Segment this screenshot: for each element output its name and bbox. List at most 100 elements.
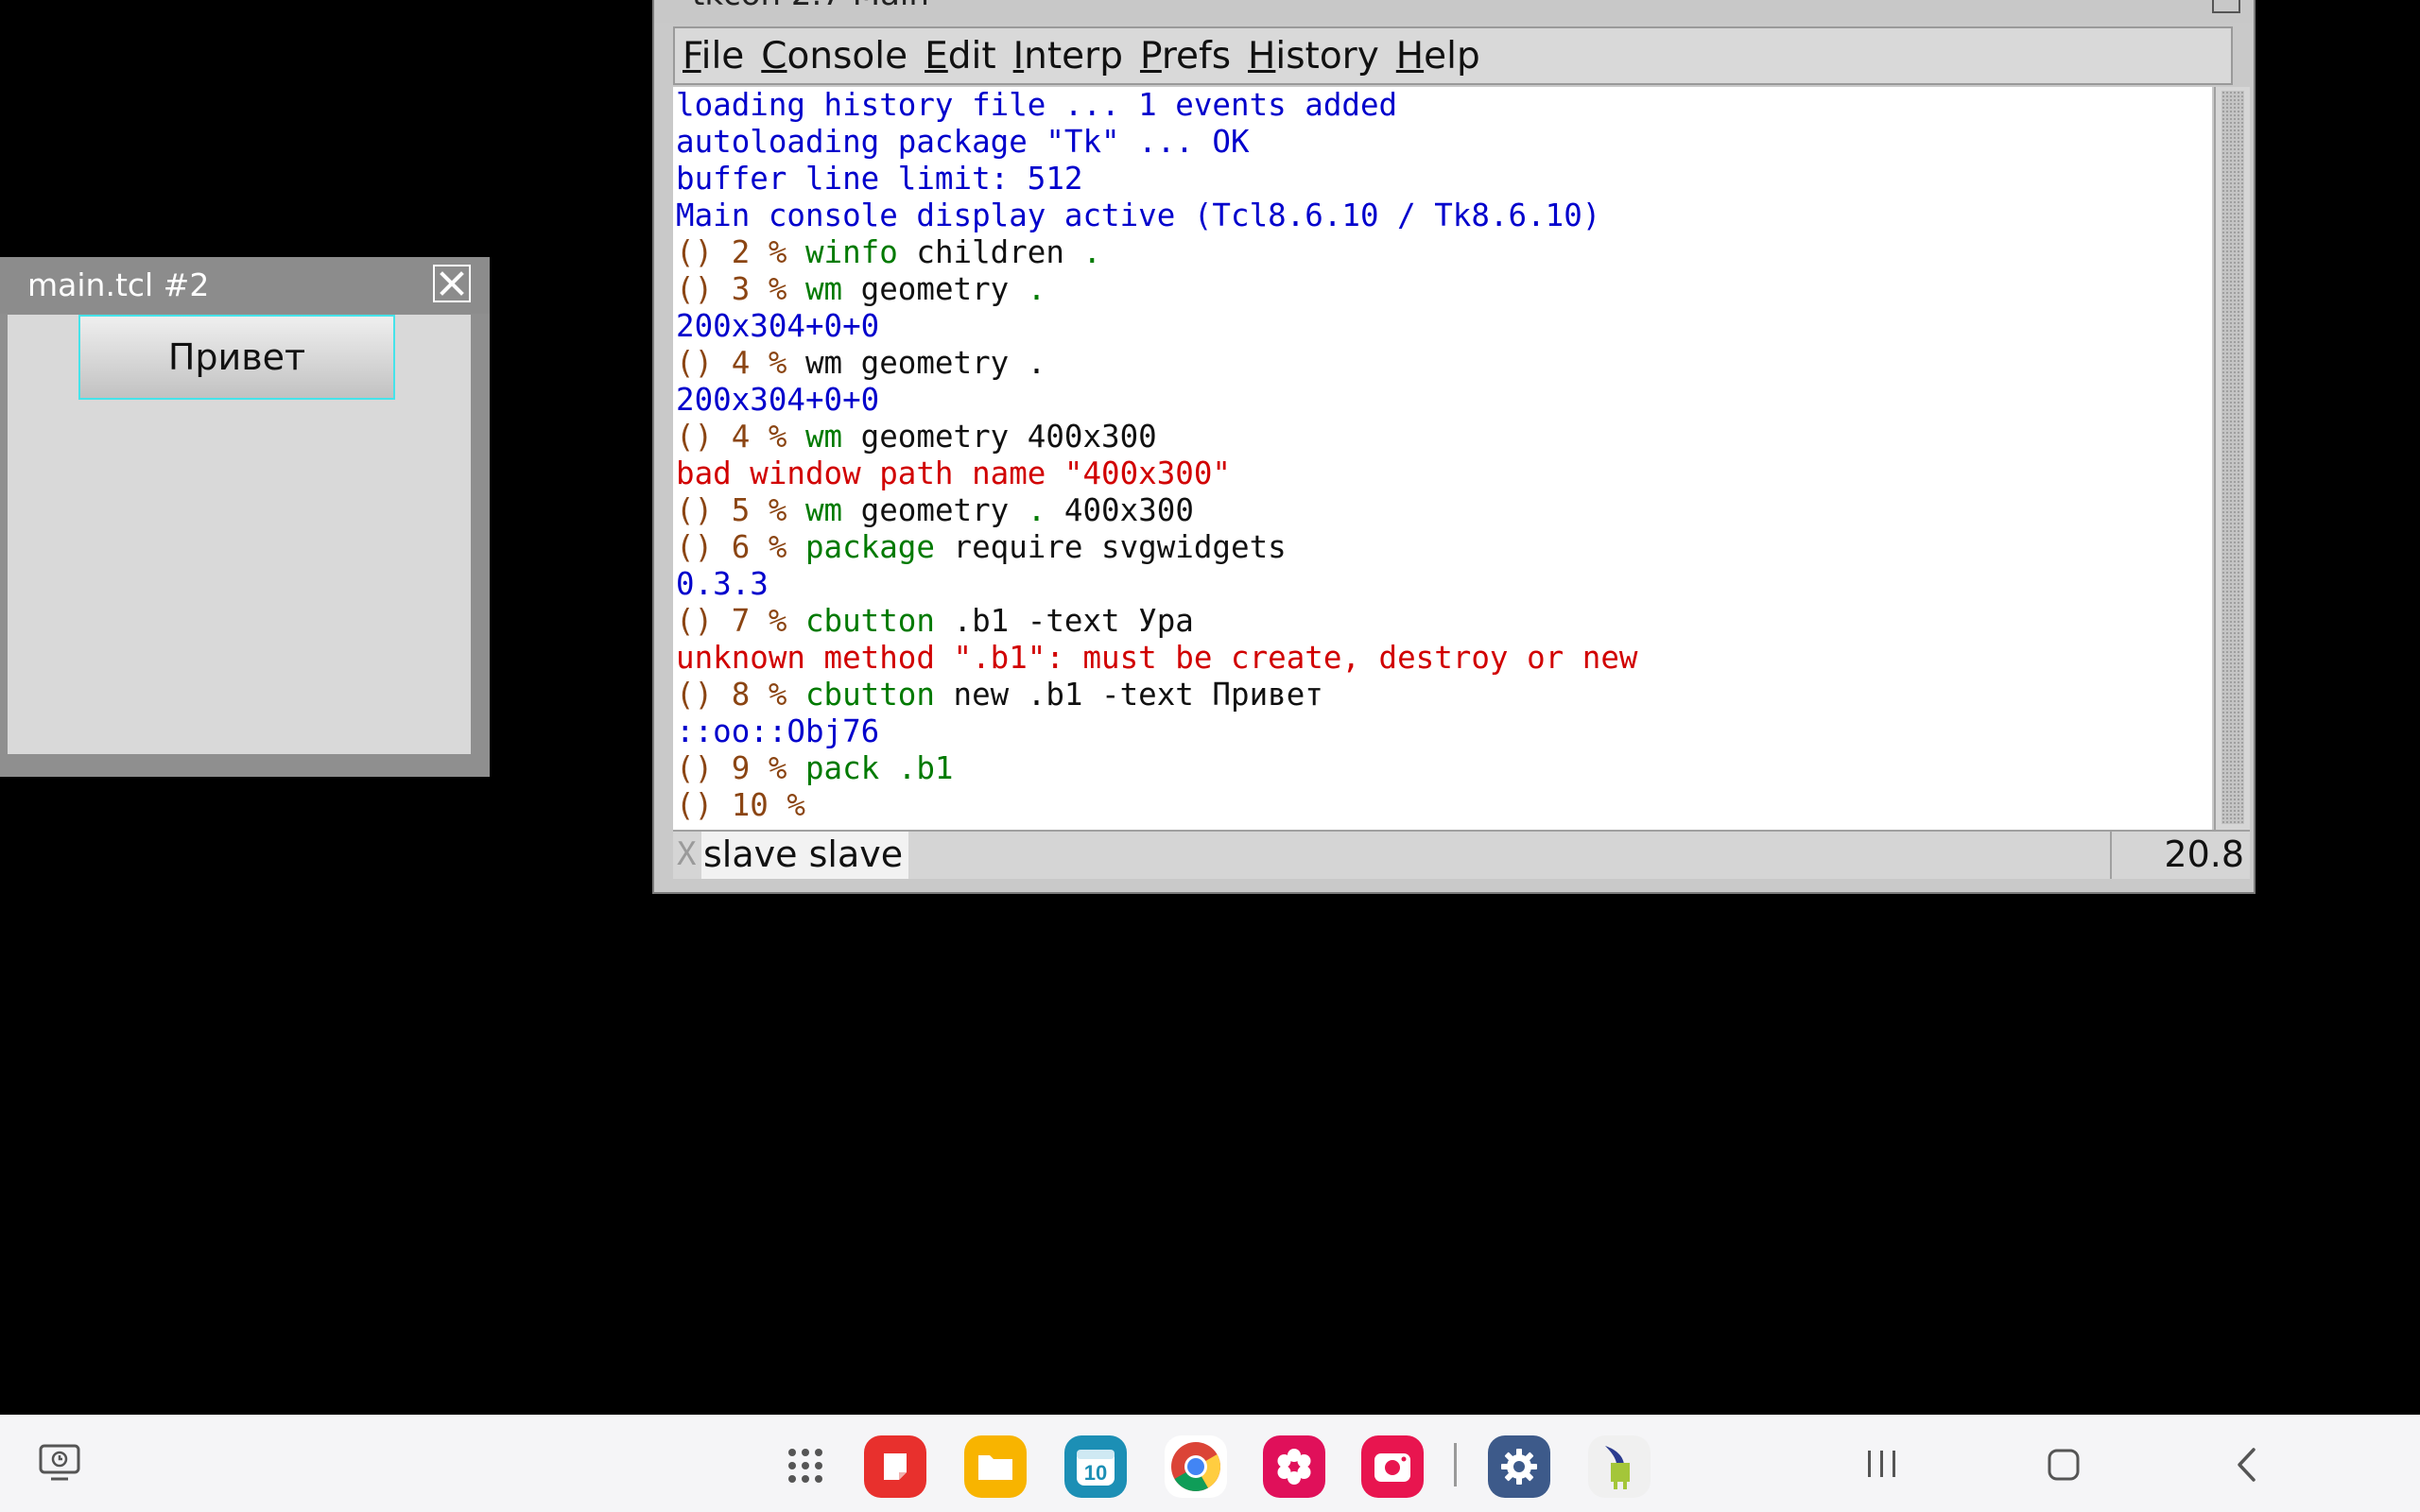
- console-line: () 7 % cbutton .b1 -text Ура: [673, 603, 2212, 640]
- menu-item-interp[interactable]: Interp: [1013, 35, 1123, 77]
- console-output[interactable]: loading history file ... 1 events added a…: [673, 87, 2212, 830]
- console-segment: children: [897, 234, 1083, 270]
- console-line: ::oo::Obj76: [673, 713, 2212, 750]
- recent-apps-icon[interactable]: [1866, 1449, 1898, 1483]
- console-line: () 9 % pack .b1: [673, 750, 2212, 787]
- scrollbar-thumb[interactable]: [2221, 91, 2244, 824]
- console-line: () 10 %: [673, 787, 2212, 824]
- main-tcl-window: main.tcl #2 Привет: [0, 257, 490, 777]
- console-scrollbar[interactable]: [2214, 87, 2250, 830]
- console-segment: cbutton: [804, 603, 935, 639]
- console-segment: require svgwidgets: [934, 529, 1287, 565]
- console-line: Main console display active (Tcl8.6.10 /…: [673, 198, 2212, 234]
- menu-mnemonic: P: [1139, 34, 1162, 77]
- close-icon[interactable]: [433, 265, 471, 302]
- tkcon-window-title: tkcon 2.7 Main: [692, 0, 929, 13]
- console-segment: () 9 %: [676, 750, 805, 786]
- close-icon[interactable]: [2212, 0, 2240, 13]
- calendar-app-icon[interactable]: 10: [1064, 1435, 1127, 1498]
- console-segment: loading history file ... 1 events added: [676, 87, 1398, 123]
- console-segment: 200x304+0+0: [676, 382, 880, 418]
- console-line: () 4 % wm geometry 400x300: [673, 419, 2212, 455]
- console-segment: wm: [804, 271, 843, 307]
- console-segment: () 3 %: [676, 271, 805, 307]
- status-number: 20.8: [2110, 832, 2250, 879]
- console-segment: () 2 %: [676, 234, 805, 270]
- console-segment: () 5 %: [676, 492, 805, 528]
- menu-mnemonic: F: [683, 34, 701, 77]
- console-line: 0.3.3: [673, 566, 2212, 603]
- console-segment: () 4 %: [676, 419, 805, 455]
- console-segment: 0.3.3: [676, 566, 769, 602]
- console-segment: buffer line limit: 512: [676, 161, 1083, 197]
- menu-item-help[interactable]: Help: [1396, 35, 1480, 77]
- menu-item-prefs[interactable]: Prefs: [1140, 35, 1231, 77]
- console-line: () 3 % wm geometry .: [673, 271, 2212, 308]
- menu-item-console[interactable]: Console: [761, 35, 908, 77]
- camera-app-icon[interactable]: [1361, 1435, 1424, 1498]
- console-line: 200x304+0+0: [673, 382, 2212, 419]
- status-prefix: X: [677, 835, 697, 873]
- console-segment: () 8 %: [676, 677, 805, 713]
- menu-label: ile: [700, 34, 745, 77]
- console-segment: () 7 %: [676, 603, 805, 639]
- menu-label: refs: [1161, 34, 1232, 77]
- console-segment: ::oo::Obj76: [676, 713, 880, 749]
- console-segment: wm geometry .: [804, 345, 1046, 381]
- menu-mnemonic: I: [1012, 34, 1025, 77]
- menu-label: elp: [1424, 34, 1480, 77]
- calendar-day: 10: [1084, 1461, 1107, 1485]
- menu-mnemonic: E: [925, 34, 948, 77]
- menu-item-history[interactable]: History: [1248, 35, 1379, 77]
- console-segment: cbutton: [804, 677, 935, 713]
- console-line: () 2 % winfo children .: [673, 234, 2212, 271]
- notes-app-icon[interactable]: [864, 1435, 926, 1498]
- menu-mnemonic: H: [1248, 34, 1276, 77]
- console-segment: geometry: [842, 271, 1028, 307]
- console-segment: geometry 400x300: [842, 419, 1157, 455]
- console-line: 200x304+0+0: [673, 308, 2212, 345]
- console-segment: geometry: [842, 492, 1028, 528]
- privet-button[interactable]: Привет: [78, 315, 395, 400]
- console-segment: new .b1 -text Привет: [934, 677, 1323, 713]
- back-icon[interactable]: [2235, 1447, 2259, 1486]
- console-segment: () 10 %: [676, 787, 805, 823]
- close-x-glyph: [440, 271, 464, 296]
- console-line: () 5 % wm geometry . 400x300: [673, 492, 2212, 529]
- menu-item-edit[interactable]: Edit: [925, 35, 996, 77]
- gallery-app-icon[interactable]: [1263, 1435, 1325, 1498]
- console-segment: winfo: [804, 234, 898, 270]
- chrome-app-icon[interactable]: [1165, 1435, 1227, 1498]
- console-segment: 400x300: [1046, 492, 1194, 528]
- tkcon-main-window: tkcon 2.7 Main File Console Edit Interp Pref…: [652, 0, 2256, 894]
- console-segment: .b1 -text Ура: [934, 603, 1194, 639]
- screen-history-icon[interactable]: [38, 1443, 81, 1486]
- desktop: tkcon 2.7 Main File Console Edit Interp Pref…: [0, 0, 2420, 1512]
- tkcon-titlebar[interactable]: tkcon 2.7 Main: [654, 0, 2254, 23]
- home-icon[interactable]: [2048, 1449, 2080, 1485]
- files-app-icon[interactable]: [964, 1435, 1027, 1498]
- console-line: autoloading package "Tk" ... OK: [673, 124, 2212, 161]
- console-segment: wm: [804, 419, 843, 455]
- console-line: loading history file ... 1 events added: [673, 87, 2212, 124]
- console-line: () 6 % package require svgwidgets: [673, 529, 2212, 566]
- console-segment: autoloading package "Tk" ... OK: [676, 124, 1250, 160]
- console-segment: .: [1027, 271, 1046, 307]
- main-tcl-titlebar[interactable]: main.tcl #2: [0, 257, 490, 314]
- console-line: unknown method ".b1": must be create, de…: [673, 640, 2212, 677]
- interp-status: slave slave: [701, 832, 909, 879]
- console-segment: bad window path name "400x300": [676, 455, 1231, 491]
- androwish-app-icon[interactable]: [1588, 1435, 1651, 1498]
- menu-mnemonic: H: [1395, 34, 1425, 77]
- menu-label: nterp: [1024, 34, 1123, 77]
- settings-app-icon[interactable]: [1488, 1435, 1550, 1498]
- console-line: bad window path name "400x300": [673, 455, 2212, 492]
- console-segment: unknown method ".b1": must be create, de…: [676, 640, 1638, 676]
- menu-mnemonic: C: [761, 34, 787, 77]
- menu-item-file[interactable]: File: [683, 35, 744, 77]
- console-segment: Main console display active (Tcl8.6.10 /…: [676, 198, 1601, 233]
- app-drawer-icon[interactable]: [786, 1447, 824, 1488]
- console-segment: wm: [804, 492, 843, 528]
- taskbar: 10: [0, 1415, 2420, 1512]
- main-tcl-client-area: Привет: [8, 315, 471, 754]
